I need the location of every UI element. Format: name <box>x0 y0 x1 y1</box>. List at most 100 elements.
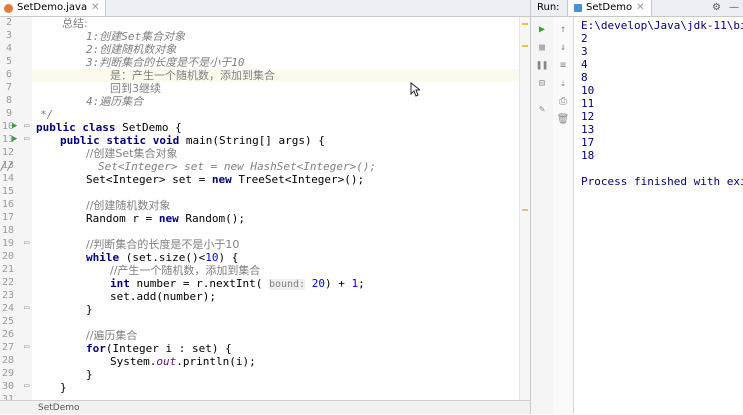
warning-marker[interactable] <box>522 45 528 47</box>
line-number: 25 <box>2 316 15 327</box>
code-comment: 2:创建随机数对象 <box>86 43 177 56</box>
line-number: 18 <box>2 225 15 236</box>
output-line: 8 <box>581 71 588 84</box>
code-comment: 是：产生一个随机数，添加到集合 <box>110 69 275 82</box>
run-config-icon <box>574 4 582 12</box>
close-icon[interactable]: ✕ <box>636 0 644 16</box>
code-comment: //判断集合的长度是不是小于10 <box>86 238 240 251</box>
output-line: 3 <box>581 45 588 58</box>
warning-marker[interactable] <box>522 23 528 25</box>
line-number: 27 <box>2 342 15 353</box>
mouse-pointer-icon <box>410 82 420 97</box>
process-finished-message: Process finished with exit <box>581 175 743 188</box>
output-line: 17 <box>581 136 595 149</box>
code-comment: */ <box>40 108 54 121</box>
code-comment: //创建随机数对象 <box>86 199 171 212</box>
line-number: 15 <box>2 186 15 197</box>
code-editor[interactable]: SetDemo.java ✕ 2 3 4 5 6 7 8 9 10 11 12 … <box>0 0 531 414</box>
int-declaration: int number = r.nextInt( bound: 20) + 1; <box>110 277 365 290</box>
closing-brace: } <box>60 381 67 394</box>
fold-icon[interactable]: ▭ <box>24 342 29 352</box>
code-comment: 回到3继续 <box>110 82 161 95</box>
set-add-statement: set.add(number); <box>110 290 216 303</box>
code-area[interactable]: 总结: 1:创建Set集合对象 2:创建随机数对象 3:判断集合的长度是不是小于… <box>0 17 518 400</box>
commented-prefix: // <box>0 160 14 173</box>
java-file-icon <box>4 3 13 13</box>
while-statement: while (set.size()<10) { <box>86 251 239 264</box>
main-declaration: public static void main(String[] args) { <box>60 134 325 147</box>
pin-icon[interactable]: ✎ <box>535 103 549 117</box>
rerun-icon[interactable]: ▶ <box>535 23 549 37</box>
run-class-icon[interactable]: ▶ <box>12 121 17 131</box>
line-number: 29 <box>2 368 15 379</box>
fold-icon[interactable]: ▭ <box>24 303 29 313</box>
line-number: 17 <box>2 212 15 223</box>
pause-icon[interactable]: ❚❚ <box>535 59 549 73</box>
line-number: 10 <box>2 121 15 132</box>
breadcrumb[interactable]: SetDemo <box>0 400 530 414</box>
run-tool-header: Run: SetDemo ✕ ⚙ — <box>531 0 743 17</box>
close-icon[interactable]: ✕ <box>91 0 99 16</box>
line-number: 21 <box>2 264 15 275</box>
fold-icon[interactable]: ▭ <box>24 238 29 248</box>
output-line: 10 <box>581 84 595 97</box>
warning-marker[interactable] <box>522 209 528 211</box>
gear-icon[interactable]: ⚙ <box>712 0 721 16</box>
output-line: 11 <box>581 97 595 110</box>
stop-icon[interactable]: ■ <box>535 41 549 55</box>
line-number: 5 <box>5 56 12 67</box>
line-number: 11 <box>2 134 15 145</box>
console-output[interactable]: E:\develop\Java\jdk-11\bin 2 3 4 8 10 11… <box>555 17 743 414</box>
run-main-icon[interactable]: ▶ <box>12 134 17 144</box>
editor-tab-bar: SetDemo.java ✕ <box>0 0 530 17</box>
minimize-icon[interactable]: — <box>729 0 739 16</box>
line-number: 12 <box>2 147 15 158</box>
code-comment: //产生一个随机数，添加到集合 <box>110 264 261 277</box>
output-line: 2 <box>581 32 588 45</box>
line-number: 26 <box>2 329 15 340</box>
line-number: 23 <box>2 290 15 301</box>
fold-icon[interactable]: ▭ <box>24 121 29 131</box>
code-comment: 4:遍历集合 <box>86 95 144 108</box>
code-comment: 总结: <box>62 17 88 30</box>
command-line: E:\develop\Java\jdk-11\bin <box>581 19 743 32</box>
line-number: 30 <box>2 381 15 392</box>
closing-brace: } <box>86 303 93 316</box>
line-number: 14 <box>2 173 15 184</box>
output-line: 13 <box>581 123 595 136</box>
line-number: 2 <box>5 17 12 28</box>
line-number: 3 <box>5 30 12 41</box>
random-declaration: Random r = new Random(); <box>86 212 245 225</box>
line-number: 20 <box>2 251 15 262</box>
closing-brace: } <box>86 368 93 381</box>
run-panel: Run: SetDemo ✕ ⚙ — ▶ ■ ❚❚ ⊟ ✎ ↑ ↓ ≡ ⇣ ⎙ … <box>531 0 743 414</box>
tab-setdemo-java[interactable]: SetDemo.java ✕ <box>0 0 107 16</box>
code-comment: 1:创建Set集合对象 <box>86 30 186 43</box>
line-number: 16 <box>2 199 15 210</box>
code-comment: //创建Set集合对象 <box>86 147 178 160</box>
line-number: 24 <box>2 303 15 314</box>
restore-layout-icon[interactable]: ⊟ <box>535 77 549 91</box>
line-number: 28 <box>2 355 15 366</box>
line-number: 22 <box>2 277 15 288</box>
class-declaration: public class SetDemo { <box>36 121 182 134</box>
line-number: 4 <box>5 43 12 54</box>
code-comment: //遍历集合 <box>86 329 138 342</box>
run-label: Run: <box>537 2 560 13</box>
output-line: 18 <box>581 149 595 162</box>
fold-icon[interactable]: ▭ <box>24 381 29 391</box>
for-statement: for(Integer i : set) { <box>86 342 232 355</box>
output-line: 12 <box>581 110 595 123</box>
line-number: 6 <box>5 69 12 80</box>
line-number: 8 <box>5 95 12 106</box>
line-number-gutter: 2 3 4 5 6 7 8 9 10 11 12 13 14 15 16 17 … <box>0 17 32 405</box>
error-stripe[interactable] <box>519 17 530 400</box>
line-number: 9 <box>5 108 12 119</box>
tab-label: SetDemo.java <box>17 2 88 13</box>
tab-run-setdemo[interactable]: SetDemo ✕ <box>567 0 652 16</box>
fold-icon[interactable]: ▭ <box>24 134 29 144</box>
parameter-hint: bound: <box>268 279 306 290</box>
line-number: 7 <box>5 82 12 93</box>
println-statement: System.out.println(i); <box>110 355 256 368</box>
set-declaration: Set<Integer> set = new TreeSet<Integer>(… <box>86 173 365 186</box>
